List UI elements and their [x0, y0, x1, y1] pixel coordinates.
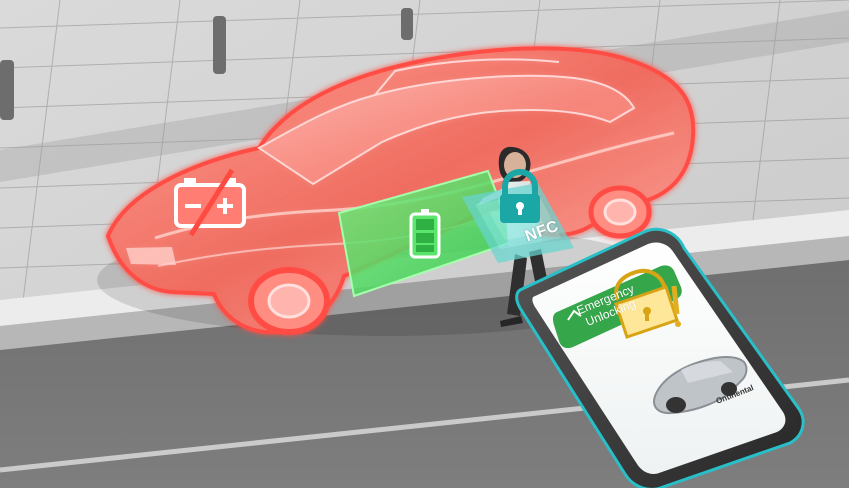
battery-good-icon — [409, 209, 441, 259]
car-nfc-emergency-unlocking-scene: NFC Emergency Unlocking Ontinental — [0, 0, 849, 488]
illustration-layer — [0, 0, 849, 488]
